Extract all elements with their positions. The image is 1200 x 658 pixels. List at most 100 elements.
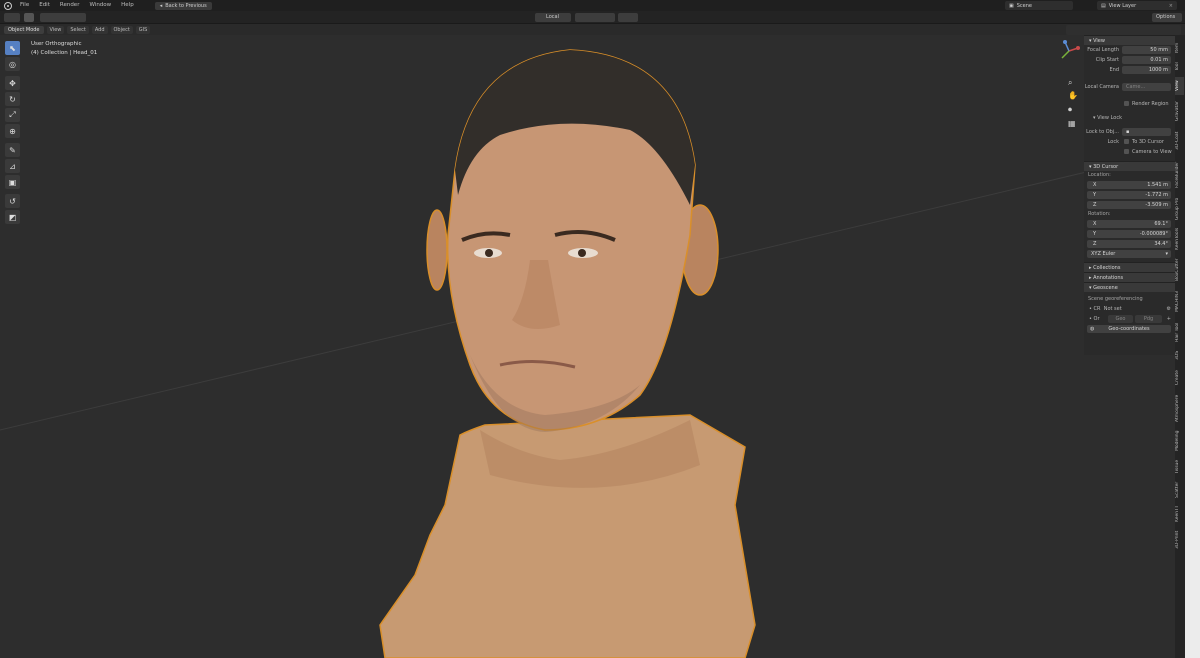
tab-boxcutter[interactable]: BoxCutter [1175, 255, 1184, 285]
tab-hair-tool[interactable]: Hair Tool [1175, 319, 1184, 345]
editor-type-button[interactable] [4, 13, 20, 22]
collections-panel-header[interactable]: ▸ Collections [1084, 262, 1175, 272]
tab-atmosphere[interactable]: Atmosphere [1175, 391, 1184, 425]
cursor-panel-header[interactable]: ▾ 3D Cursor [1084, 161, 1175, 171]
scale-tool-icon[interactable]: ⤢ [5, 108, 20, 122]
menu-file[interactable]: File [15, 0, 34, 11]
pivot-snap-buttons[interactable] [575, 13, 615, 22]
move-tool-icon[interactable]: ✥ [5, 76, 20, 90]
chevron-down-icon: ▾ [1165, 251, 1168, 257]
camera-to-view-row: Camera to View [1084, 147, 1175, 157]
zoom-icon[interactable]: ⌕ [1068, 78, 1072, 88]
object-mode-dropdown[interactable]: Object Mode [4, 25, 44, 34]
proportional-edit-button[interactable] [618, 13, 638, 22]
tab-tissue[interactable]: Tissue [1175, 457, 1184, 477]
rot-x-value: 69.1° [1154, 221, 1168, 227]
local-camera-field[interactable]: Came... [1122, 83, 1171, 91]
tab-group-pro[interactable]: Group Pro [1175, 195, 1184, 223]
tab-scatter[interactable]: Scatter [1175, 479, 1184, 501]
geo-button[interactable]: Geo [1108, 315, 1133, 323]
add-cube-tool-icon[interactable]: ▣ [5, 175, 20, 189]
lock-to-cursor-checkbox[interactable] [1124, 139, 1129, 144]
shading-mode-buttons[interactable] [1066, 25, 1181, 35]
selection-mode-buttons[interactable] [40, 13, 86, 22]
annotate-tool-icon[interactable]: ✎ [5, 143, 20, 157]
3d-viewport[interactable] [0, 35, 1200, 658]
scene-selector[interactable]: ▣ Scene [1005, 1, 1073, 10]
lock-to-object-field[interactable]: ▪ [1122, 128, 1171, 136]
measure-tool-icon[interactable]: ⊿ [5, 159, 20, 173]
tab-gravatar[interactable]: Gravatar [1175, 97, 1184, 125]
focal-length-label: Focal Length [1087, 47, 1119, 53]
loc-y-field[interactable]: Y -1.772 m [1087, 191, 1171, 199]
pan-hand-icon[interactable]: ✋ [1068, 91, 1078, 100]
scene-name: Scene [1016, 2, 1032, 9]
loc-x-field[interactable]: X 1.541 m [1087, 181, 1171, 189]
tab-modeling[interactable]: Modeling [1175, 427, 1184, 455]
view-panel-header[interactable]: ▾ View [1084, 35, 1175, 45]
menu-render[interactable]: Render [55, 0, 85, 11]
neck-mesh[interactable] [379, 414, 756, 658]
pdg-button[interactable]: Pdg [1135, 315, 1162, 323]
gear-icon[interactable]: ⚙ [1167, 304, 1171, 314]
rotation-label: Rotation: [1088, 211, 1111, 217]
transform-orientation-dropdown[interactable]: Local [535, 13, 571, 22]
menu-add[interactable]: Add [91, 25, 108, 34]
view-layer-selector[interactable]: ▤ View Layer × [1097, 1, 1177, 10]
render-region-checkbox[interactable] [1124, 101, 1129, 106]
focal-length-field[interactable]: 50 mm [1122, 46, 1171, 54]
menu-edit[interactable]: Edit [34, 0, 55, 11]
blender-logo-icon[interactable] [4, 1, 12, 10]
shear-tool-icon[interactable]: ◩ [5, 210, 20, 224]
tab-tool[interactable]: Tool [1175, 59, 1184, 75]
rot-y-field[interactable]: Y -0.000089° [1087, 230, 1171, 238]
tab-view[interactable]: View [1175, 77, 1184, 95]
clip-end-field[interactable]: 1000 m [1122, 66, 1171, 74]
origin-row: • Or Geo Pdg + [1084, 314, 1175, 324]
menu-view[interactable]: View [46, 25, 65, 34]
ortho-grid-icon[interactable]: ▦ [1068, 119, 1076, 128]
view-lock-subheader[interactable]: ▾ View Lock [1084, 113, 1175, 123]
tab-3d-coat[interactable]: 3D-Coat [1175, 127, 1184, 155]
select-tool-icon[interactable]: ⬉ [5, 41, 20, 55]
clip-start-field[interactable]: 0.01 m [1122, 56, 1171, 64]
loc-z-field[interactable]: Z -3.509 m [1087, 201, 1171, 209]
transform-tool-icon[interactable]: ⊕ [5, 124, 20, 138]
desktop-edge [1185, 0, 1200, 658]
menu-object[interactable]: Object [110, 25, 133, 34]
geoscene-panel-header[interactable]: ▾ Geoscene [1084, 282, 1175, 292]
back-to-previous-button[interactable]: ◂ Back to Previous [154, 1, 212, 10]
tab-machin3[interactable]: MACHIN3 [1175, 287, 1184, 317]
close-icon[interactable]: × [1169, 3, 1173, 9]
tab-keentt[interactable]: KeenTT [1175, 503, 1184, 525]
rot-z-field[interactable]: Z 34.4° [1087, 240, 1171, 248]
menu-select[interactable]: Select [67, 25, 89, 34]
camera-to-view-checkbox[interactable] [1124, 149, 1129, 154]
blender-window: File Edit Render Window Help ◂ Back to P… [0, 0, 1200, 658]
rotation-mode-dropdown[interactable]: XYZ Euler ▾ [1087, 250, 1171, 258]
tab-keentools[interactable]: KeenTools [1175, 225, 1184, 253]
camera-view-icon[interactable]: ⏺ [1068, 105, 1072, 115]
tab-facebuilder[interactable]: FaceBuilder [1175, 157, 1184, 193]
tab-3d-print[interactable]: 3D-Print [1175, 527, 1184, 553]
collection-info: (4) Collection | Head_01 [31, 50, 98, 56]
tab-3ds[interactable]: 3DS [1175, 347, 1184, 363]
tab-item[interactable]: Item [1175, 39, 1184, 57]
geo-coordinates-label: Geo-coordinates [1108, 326, 1150, 332]
options-dropdown[interactable]: Options [1152, 13, 1182, 22]
menu-window[interactable]: Window [84, 0, 116, 11]
menu-help[interactable]: Help [116, 0, 139, 11]
axis-gizmo[interactable] [1058, 40, 1080, 62]
clip-end-label: End [1109, 67, 1119, 73]
annotations-panel-header[interactable]: ▸ Annotations [1084, 272, 1175, 282]
menu-gis[interactable]: GIS [135, 25, 151, 34]
add-icon[interactable]: + [1167, 314, 1171, 324]
rot-x-field[interactable]: X 69.1° [1087, 220, 1171, 228]
rotate-tool-icon[interactable]: ↻ [5, 92, 20, 106]
geo-coordinates-button[interactable]: ◍ Geo-coordinates [1087, 325, 1171, 333]
bend-tool-icon[interactable]: ↺ [5, 194, 20, 208]
loc-z-row: Z -3.509 m [1084, 200, 1175, 210]
select-box-icon[interactable] [24, 13, 34, 22]
tab-create[interactable]: Create [1175, 367, 1184, 389]
cursor-tool-icon[interactable]: ◎ [5, 57, 20, 71]
